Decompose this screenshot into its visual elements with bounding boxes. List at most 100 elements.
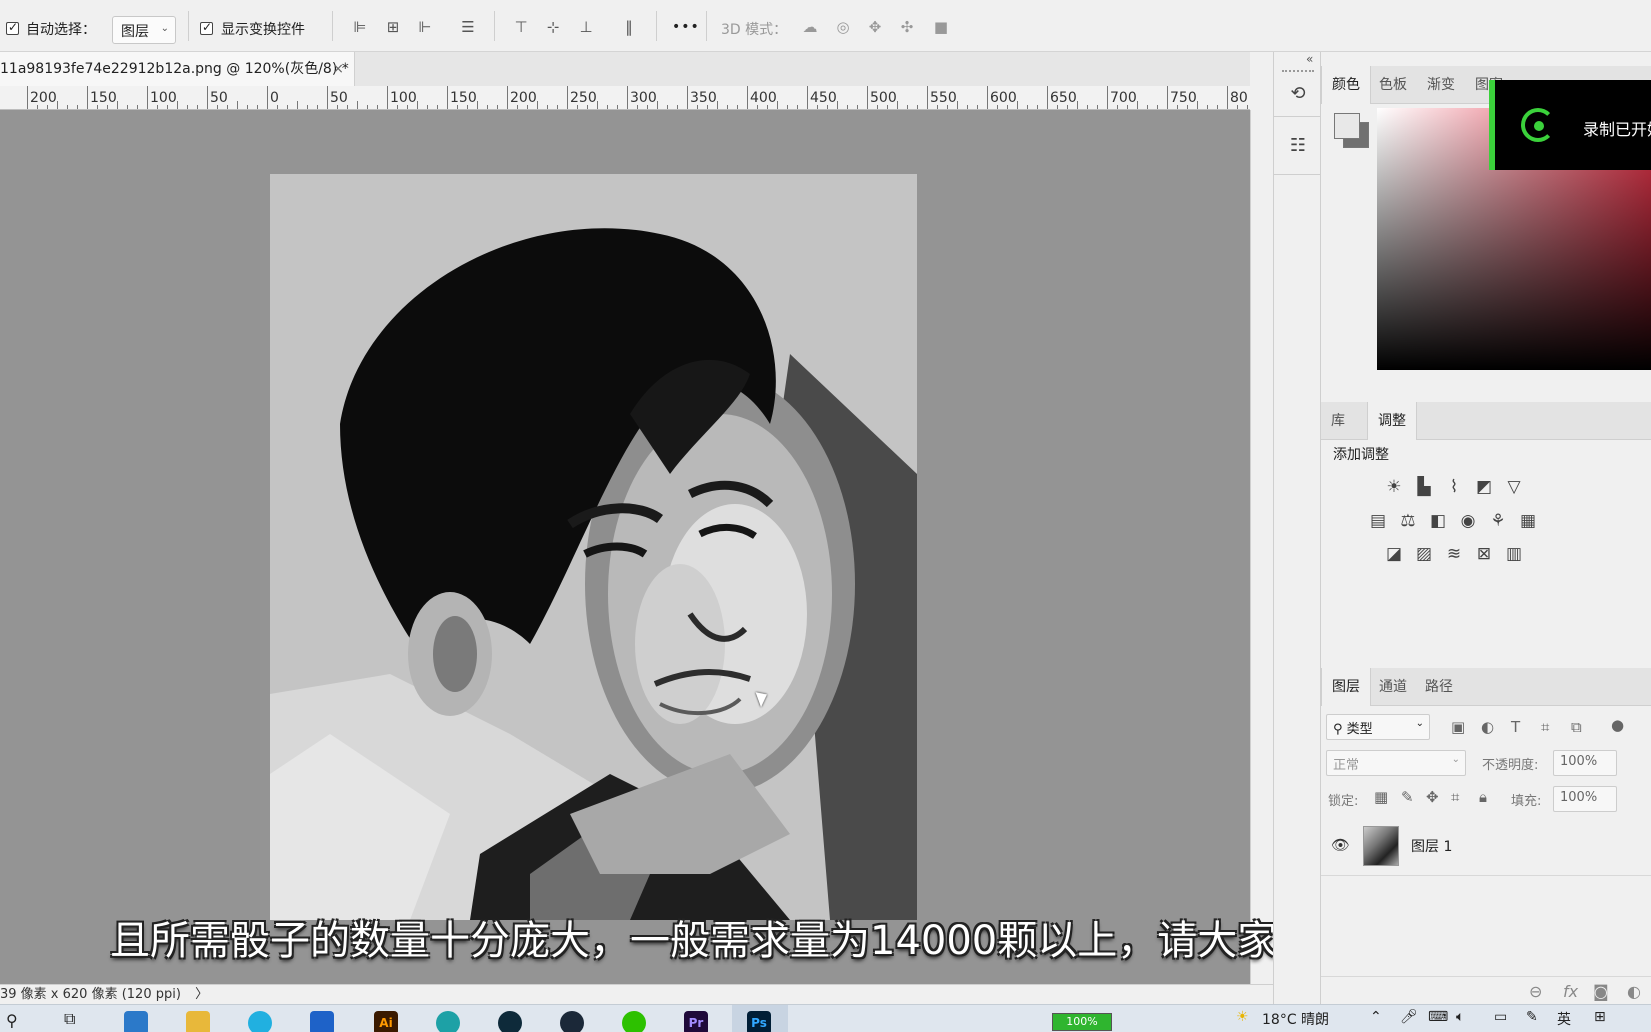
filter-type-icon[interactable]: T — [1511, 718, 1520, 736]
browser-icon[interactable] — [248, 1011, 272, 1032]
mail-app-icon[interactable] — [124, 1011, 148, 1032]
posterize-icon[interactable]: ▨ — [1413, 543, 1435, 565]
tab-libraries[interactable]: 库 — [1321, 402, 1355, 440]
channel-mixer-icon[interactable]: ⚘ — [1487, 510, 1509, 532]
filter-adjustment-icon[interactable]: ◐ — [1481, 718, 1494, 736]
filter-smart-object-icon[interactable]: ⧉ — [1571, 718, 1582, 736]
tab-channels[interactable]: 通道 — [1369, 668, 1417, 706]
canvas-workspace[interactable] — [0, 110, 1250, 984]
distribute-horizontal-icon[interactable]: ‖ — [620, 18, 638, 36]
close-icon[interactable]: × — [332, 52, 344, 86]
network-icon[interactable]: ⌨ — [1428, 1009, 1448, 1025]
tab-adjustments[interactable]: 调整 — [1367, 402, 1417, 440]
add-mask-icon[interactable]: ◙ — [1593, 982, 1609, 1001]
exposure-icon[interactable]: ◩ — [1473, 476, 1495, 498]
color-balance-icon[interactable]: ⚖ — [1397, 510, 1419, 532]
status-menu-arrow[interactable]: 〉 — [195, 987, 208, 1002]
microphone-icon[interactable]: 🎤︎ — [1400, 1009, 1418, 1025]
steam-icon[interactable] — [560, 1011, 584, 1032]
filter-shape-icon[interactable]: ⌗ — [1541, 718, 1549, 736]
security-app-icon[interactable] — [310, 1011, 334, 1032]
history-icon[interactable]: ⟲ — [1284, 80, 1312, 108]
threshold-icon[interactable]: ≋ — [1443, 543, 1465, 565]
premiere-icon[interactable]: Pr — [684, 1011, 708, 1032]
color-lookup-icon[interactable]: ▦ — [1517, 510, 1539, 532]
tab-color[interactable]: 颜色 — [1321, 66, 1371, 104]
tab-layers[interactable]: 图层 — [1321, 668, 1371, 706]
lock-position-icon[interactable]: ✥ — [1426, 788, 1439, 806]
distribute-vertical-icon[interactable]: ☰ — [459, 18, 477, 36]
fill-field[interactable]: 100% — [1553, 786, 1617, 812]
gradient-map-icon[interactable]: ▥ — [1503, 543, 1525, 565]
brightness-contrast-icon[interactable]: ☀ — [1383, 476, 1405, 498]
lock-transparent-icon[interactable]: ▦ — [1374, 788, 1388, 806]
app-icon[interactable] — [498, 1011, 522, 1032]
filter-pixel-icon[interactable]: ▣ — [1451, 718, 1465, 736]
invert-icon[interactable]: ◪ — [1383, 543, 1405, 565]
blend-mode-dropdown[interactable]: 正常 ⌄ — [1326, 750, 1466, 776]
chevron-up-icon[interactable]: ⌃ — [1370, 1009, 1382, 1025]
battery-indicator[interactable]: 100% — [1052, 1013, 1112, 1031]
right-panels: 颜色 色板 渐变 图案 库 调整 添加调整 ☀▙⌇◩▽▤⚖◧◉⚘▦◪▨≋⊠▥ 图… — [1321, 52, 1651, 1004]
photoshop-icon[interactable]: Ps — [747, 1011, 771, 1032]
align-right-icon[interactable]: ⊩ — [416, 18, 434, 36]
link-layers-icon[interactable]: ⊖ — [1529, 982, 1542, 1001]
vertical-scrollbar[interactable] — [1250, 110, 1273, 984]
vibrance-icon[interactable]: ▽ — [1503, 476, 1525, 498]
eye-icon[interactable]: 👁︎ — [1331, 836, 1350, 854]
document-canvas[interactable] — [270, 174, 917, 920]
pen-icon[interactable]: ✎ — [1526, 1009, 1538, 1025]
wechat-icon[interactable] — [622, 1011, 646, 1032]
layer-filter-dropdown[interactable]: ⚲ 类型 ⌄ — [1326, 714, 1430, 740]
auto-select-target-dropdown[interactable]: 图层 ⌄ — [112, 16, 176, 44]
tab-swatches[interactable]: 色板 — [1369, 66, 1417, 104]
tab-paths[interactable]: 路径 — [1415, 668, 1463, 706]
document-tab[interactable]: 11a98193fe74e22912b12a.png @ 120%(灰色/8) … — [0, 52, 355, 86]
ruler-tick — [357, 101, 358, 109]
fx-icon[interactable]: fx — [1563, 982, 1578, 1001]
task-view-icon[interactable]: ⧉ — [64, 1009, 75, 1029]
foreground-color-swatch[interactable] — [1334, 113, 1360, 139]
3d-pan-icon[interactable]: ✥ — [866, 18, 884, 36]
opacity-field[interactable]: 100% — [1553, 750, 1617, 776]
show-transform-checkbox[interactable] — [200, 20, 213, 35]
layer-row[interactable]: 👁︎ 图层 1 — [1321, 818, 1651, 876]
align-horizontal-center-icon[interactable]: ⊞ — [384, 18, 402, 36]
hue-saturation-icon[interactable]: ▤ — [1367, 510, 1389, 532]
layer-name[interactable]: 图层 1 — [1411, 836, 1452, 856]
ruler-tick — [567, 86, 568, 109]
illustrator-icon[interactable]: Ai — [374, 1011, 398, 1032]
align-bottom-icon[interactable]: ⊥ — [577, 18, 595, 36]
3d-orbit-icon[interactable]: ☁ — [801, 18, 819, 36]
lock-artboard-icon[interactable]: ⌗ — [1451, 788, 1459, 806]
levels-icon[interactable]: ▙ — [1413, 476, 1435, 498]
photo-filter-icon[interactable]: ◉ — [1457, 510, 1479, 532]
3d-roll-icon[interactable]: ◎ — [834, 18, 852, 36]
tab-gradients[interactable]: 渐变 — [1417, 66, 1465, 104]
lock-image-icon[interactable]: ✎ — [1401, 788, 1414, 806]
3d-scale-icon[interactable]: ■ — [932, 18, 950, 36]
display-icon[interactable]: ▭ — [1494, 1009, 1507, 1025]
properties-icon[interactable]: ☷ — [1284, 132, 1312, 160]
search-icon[interactable]: ⚲ — [6, 1011, 18, 1030]
lock-all-icon[interactable]: 🔒︎ — [1479, 788, 1487, 806]
new-adjustment-icon[interactable]: ◐ — [1627, 982, 1641, 1001]
auto-select-checkbox[interactable] — [6, 20, 19, 35]
keyboard-layout-icon[interactable]: ⊞ — [1594, 1009, 1606, 1025]
selective-color-icon[interactable]: ⊠ — [1473, 543, 1495, 565]
ime-indicator[interactable]: 英 — [1557, 1009, 1571, 1029]
3d-slide-icon[interactable]: ✣ — [898, 18, 916, 36]
weather-text[interactable]: 18°C 晴朗 — [1262, 1009, 1329, 1029]
file-explorer-icon[interactable] — [186, 1011, 210, 1032]
edge-browser-icon[interactable] — [436, 1011, 460, 1032]
align-left-icon[interactable]: ⊫ — [351, 18, 369, 36]
collapse-panels-icon[interactable]: « — [1306, 52, 1313, 66]
grip-icon[interactable] — [1282, 70, 1314, 72]
align-top-icon[interactable]: ⊤ — [512, 18, 530, 36]
align-vertical-center-icon[interactable]: ⊹ — [544, 18, 562, 36]
more-options-button[interactable]: ••• — [672, 19, 700, 35]
black-white-icon[interactable]: ◧ — [1427, 510, 1449, 532]
volume-icon[interactable]: 🔈︎ — [1456, 1009, 1464, 1025]
curves-icon[interactable]: ⌇ — [1443, 476, 1465, 498]
filter-toggle-icon[interactable]: ● — [1611, 716, 1624, 734]
